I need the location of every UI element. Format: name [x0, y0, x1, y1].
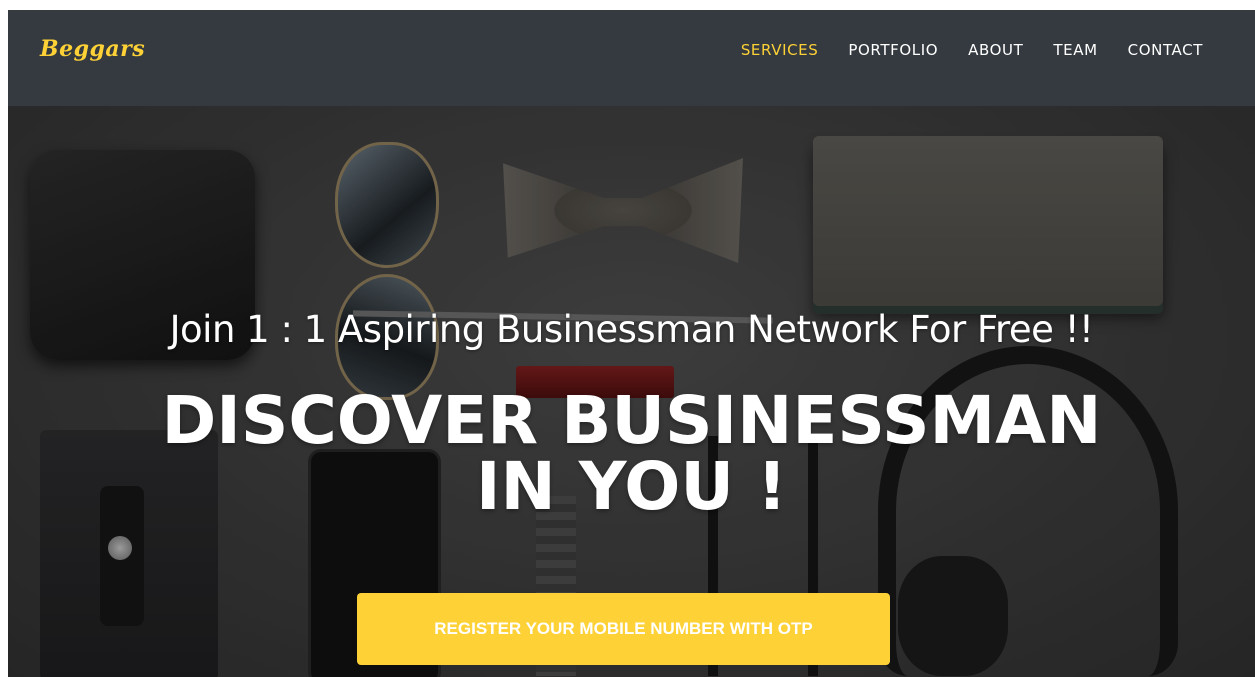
nav-about[interactable]: ABOUT [968, 41, 1023, 59]
navbar: Beggars SERVICES PORTFOLIO ABOUT TEAM CO… [8, 10, 1255, 106]
hero-heading: DISCOVER BUSINESSMAN IN YOU ! [8, 388, 1255, 520]
nav-portfolio[interactable]: PORTFOLIO [848, 41, 938, 59]
hero-lead-text: Join 1 : 1 Aspiring Businessman Network … [169, 308, 1094, 351]
nav-menu: SERVICES PORTFOLIO ABOUT TEAM CONTACT [741, 41, 1203, 59]
nav-contact[interactable]: CONTACT [1128, 41, 1203, 59]
hero-heading-line-1: DISCOVER BUSINESSMAN [161, 382, 1102, 459]
brand-logo[interactable]: Beggars [40, 36, 145, 62]
page-frame: Beggars SERVICES PORTFOLIO ABOUT TEAM CO… [8, 10, 1255, 677]
hero-section: Join 1 : 1 Aspiring Businessman Network … [8, 106, 1255, 677]
register-mobile-button[interactable]: REGISTER YOUR MOBILE NUMBER WITH OTP [357, 593, 890, 665]
nav-services[interactable]: SERVICES [741, 41, 819, 59]
nav-team[interactable]: TEAM [1053, 41, 1097, 59]
hero-heading-line-2: IN YOU ! [476, 448, 787, 525]
